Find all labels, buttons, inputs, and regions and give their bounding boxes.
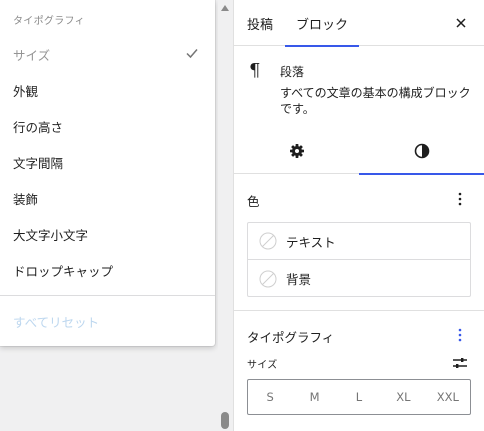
menu-item-label: 文字間隔 (13, 155, 64, 171)
color-row-background[interactable]: 背景 (248, 260, 470, 297)
tab-block-label: ブロック (295, 17, 348, 33)
close-icon[interactable] (454, 16, 468, 30)
scroll-up-arrow-icon[interactable] (221, 5, 229, 11)
settings-sliders-icon[interactable] (452, 356, 468, 370)
scrollbar[interactable] (218, 0, 232, 431)
scrollbar-thumb[interactable] (221, 412, 229, 429)
menu-item-label: 装飾 (13, 191, 39, 207)
size-m-button[interactable]: M (292, 380, 336, 414)
menu-item-letter-case[interactable]: 大文字小文字 (0, 219, 215, 249)
gear-icon (289, 144, 304, 158)
tab-block[interactable]: ブロック (285, 0, 359, 47)
color-row-text[interactable]: テキスト (248, 223, 470, 260)
font-size-picker: S M L XL XXL (247, 379, 471, 415)
empty-color-swatch-icon (259, 232, 277, 250)
active-tab-indicator (359, 173, 484, 175)
tab-post[interactable]: 投稿 (247, 0, 273, 46)
menu-item-label: 行の高さ (13, 119, 64, 135)
typography-options-kebab-icon[interactable] (455, 327, 465, 343)
block-description: すべての文章の基本の構成ブロックです。 (280, 86, 471, 116)
menu-item-label: サイズ (13, 47, 51, 63)
font-size-label: サイズ (247, 360, 278, 371)
menu-item-letter-spacing[interactable]: 文字間隔 (0, 147, 215, 177)
reset-all-button[interactable]: すべてリセット (13, 312, 99, 331)
sidebar-tabs: 投稿 ブロック (234, 0, 484, 47)
settings-sidebar: 投稿 ブロック ¶ 段落 すべての文章の基本の構成ブロックです。 色 テキスト … (233, 0, 484, 431)
menu-item-label: 大文字小文字 (13, 227, 89, 243)
block-card: ¶ 段落 すべての文章の基本の構成ブロックです。 (234, 47, 484, 127)
menu-item-drop-cap[interactable]: ドロップキャップ (0, 255, 215, 285)
block-title: 段落 (280, 65, 305, 79)
checkmark-icon (186, 49, 198, 59)
empty-color-swatch-icon (259, 270, 277, 287)
block-inspector-tabs (234, 128, 484, 175)
color-panel-title: 色 (247, 194, 260, 209)
tab-styles[interactable] (359, 128, 484, 175)
tab-settings[interactable] (234, 128, 359, 174)
typography-panel-title: タイポグラフィ (247, 330, 335, 345)
color-options-kebab-icon[interactable] (455, 191, 465, 207)
color-row-label: テキスト (286, 234, 336, 250)
menu-item-size[interactable]: サイズ (0, 39, 215, 69)
size-s-button[interactable]: S (248, 380, 292, 414)
menu-item-line-height[interactable]: 行の高さ (0, 111, 215, 141)
paragraph-icon: ¶ (249, 60, 261, 81)
size-xxl-button[interactable]: XXL (426, 380, 470, 414)
menu-item-label: ドロップキャップ (13, 263, 114, 279)
menu-item-decoration[interactable]: 装飾 (0, 183, 215, 213)
menu-divider (0, 295, 215, 296)
color-settings-list: テキスト 背景 (247, 222, 471, 297)
menu-item-label: 外観 (13, 83, 39, 99)
color-row-label: 背景 (286, 272, 312, 287)
panel-divider (234, 310, 484, 311)
size-xl-button[interactable]: XL (381, 380, 425, 414)
menu-item-appearance[interactable]: 外観 (0, 75, 215, 105)
typography-options-menu: タイポグラフィ サイズ 外観 行の高さ 文字間隔 装飾 大文字小文字 ドロップキ… (0, 0, 215, 346)
menu-heading: タイポグラフィ (13, 16, 85, 27)
size-l-button[interactable]: L (337, 380, 381, 414)
contrast-icon (414, 143, 429, 159)
